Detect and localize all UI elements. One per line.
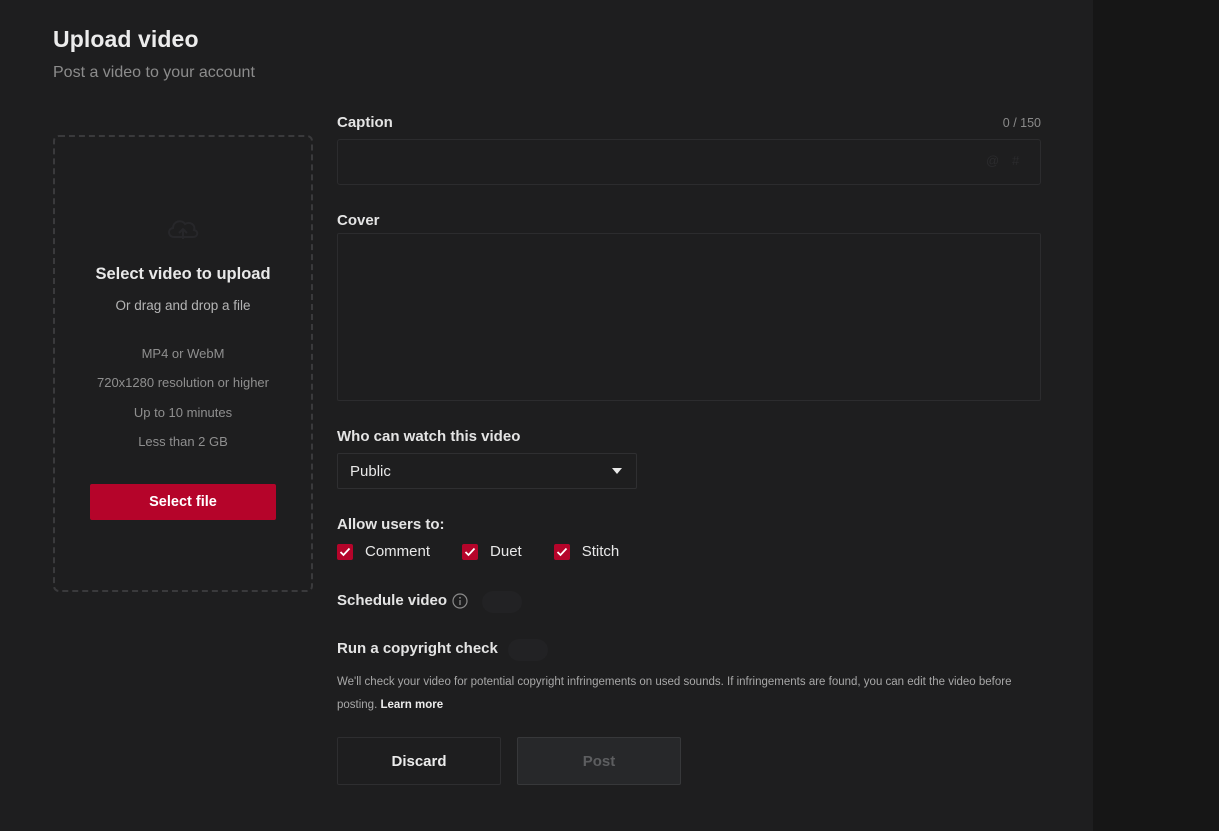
permission-checkboxes: Comment Duet Stitch <box>337 543 651 560</box>
chevron-down-icon <box>612 468 622 474</box>
cover-preview[interactable] <box>337 233 1041 401</box>
comment-checkbox[interactable] <box>337 543 353 560</box>
upload-panel: Upload video Post a video to your accoun… <box>0 0 1093 831</box>
duet-option[interactable]: Duet <box>462 543 522 560</box>
post-button[interactable]: Post <box>517 737 681 785</box>
requirement-resolution: 720x1280 resolution or higher <box>96 375 269 390</box>
cover-label: Cover <box>337 212 380 229</box>
duet-label: Duet <box>490 543 522 560</box>
upload-dropzone[interactable]: Select video to upload Or drag and drop … <box>53 135 313 592</box>
requirement-size: Less than 2 GB <box>138 434 228 449</box>
privacy-selected-value: Public <box>350 462 391 480</box>
requirement-duration: Up to 10 minutes <box>133 405 233 420</box>
schedule-toggle[interactable] <box>482 591 522 613</box>
copyright-toggle[interactable] <box>508 639 548 661</box>
privacy-select[interactable]: Public <box>337 453 637 489</box>
discard-button[interactable]: Discard <box>337 737 501 785</box>
page-title: Upload video <box>53 26 199 52</box>
caption-input[interactable]: @ # <box>337 139 1041 185</box>
comment-option[interactable]: Comment <box>337 543 430 560</box>
page-subtitle: Post a video to your account <box>53 64 255 81</box>
hashtag-icon[interactable]: # <box>1012 154 1026 168</box>
checkmark-icon <box>339 547 351 556</box>
upload-subtitle: Or drag and drop a file <box>115 298 251 313</box>
copyright-note: We'll check your video for potential cop… <box>337 671 1047 717</box>
select-file-button[interactable]: Select file <box>90 484 276 520</box>
comment-label: Comment <box>365 543 431 560</box>
copyright-label: Run a copyright check <box>337 640 498 657</box>
checkmark-icon <box>556 547 567 556</box>
info-icon[interactable] <box>452 593 468 609</box>
duet-checkbox[interactable] <box>462 543 479 560</box>
learn-more-link[interactable]: Learn more <box>380 699 443 711</box>
cloud-upload-icon <box>168 220 199 239</box>
stitch-checkbox[interactable] <box>553 543 570 560</box>
checkmark-icon <box>464 547 476 556</box>
allow-users-label: Allow users to: <box>337 516 445 533</box>
schedule-label: Schedule video <box>337 592 448 609</box>
at-icon[interactable]: @ <box>986 154 1000 168</box>
privacy-label: Who can watch this video <box>337 428 521 445</box>
stitch-label: Stitch <box>581 543 620 560</box>
requirement-format: MP4 or WebM <box>141 346 225 361</box>
caption-counter: 0 / 150 <box>1002 116 1041 130</box>
caption-label: Caption <box>337 114 393 131</box>
stitch-option[interactable]: Stitch <box>553 543 620 560</box>
upload-title: Select video to upload <box>95 265 271 283</box>
